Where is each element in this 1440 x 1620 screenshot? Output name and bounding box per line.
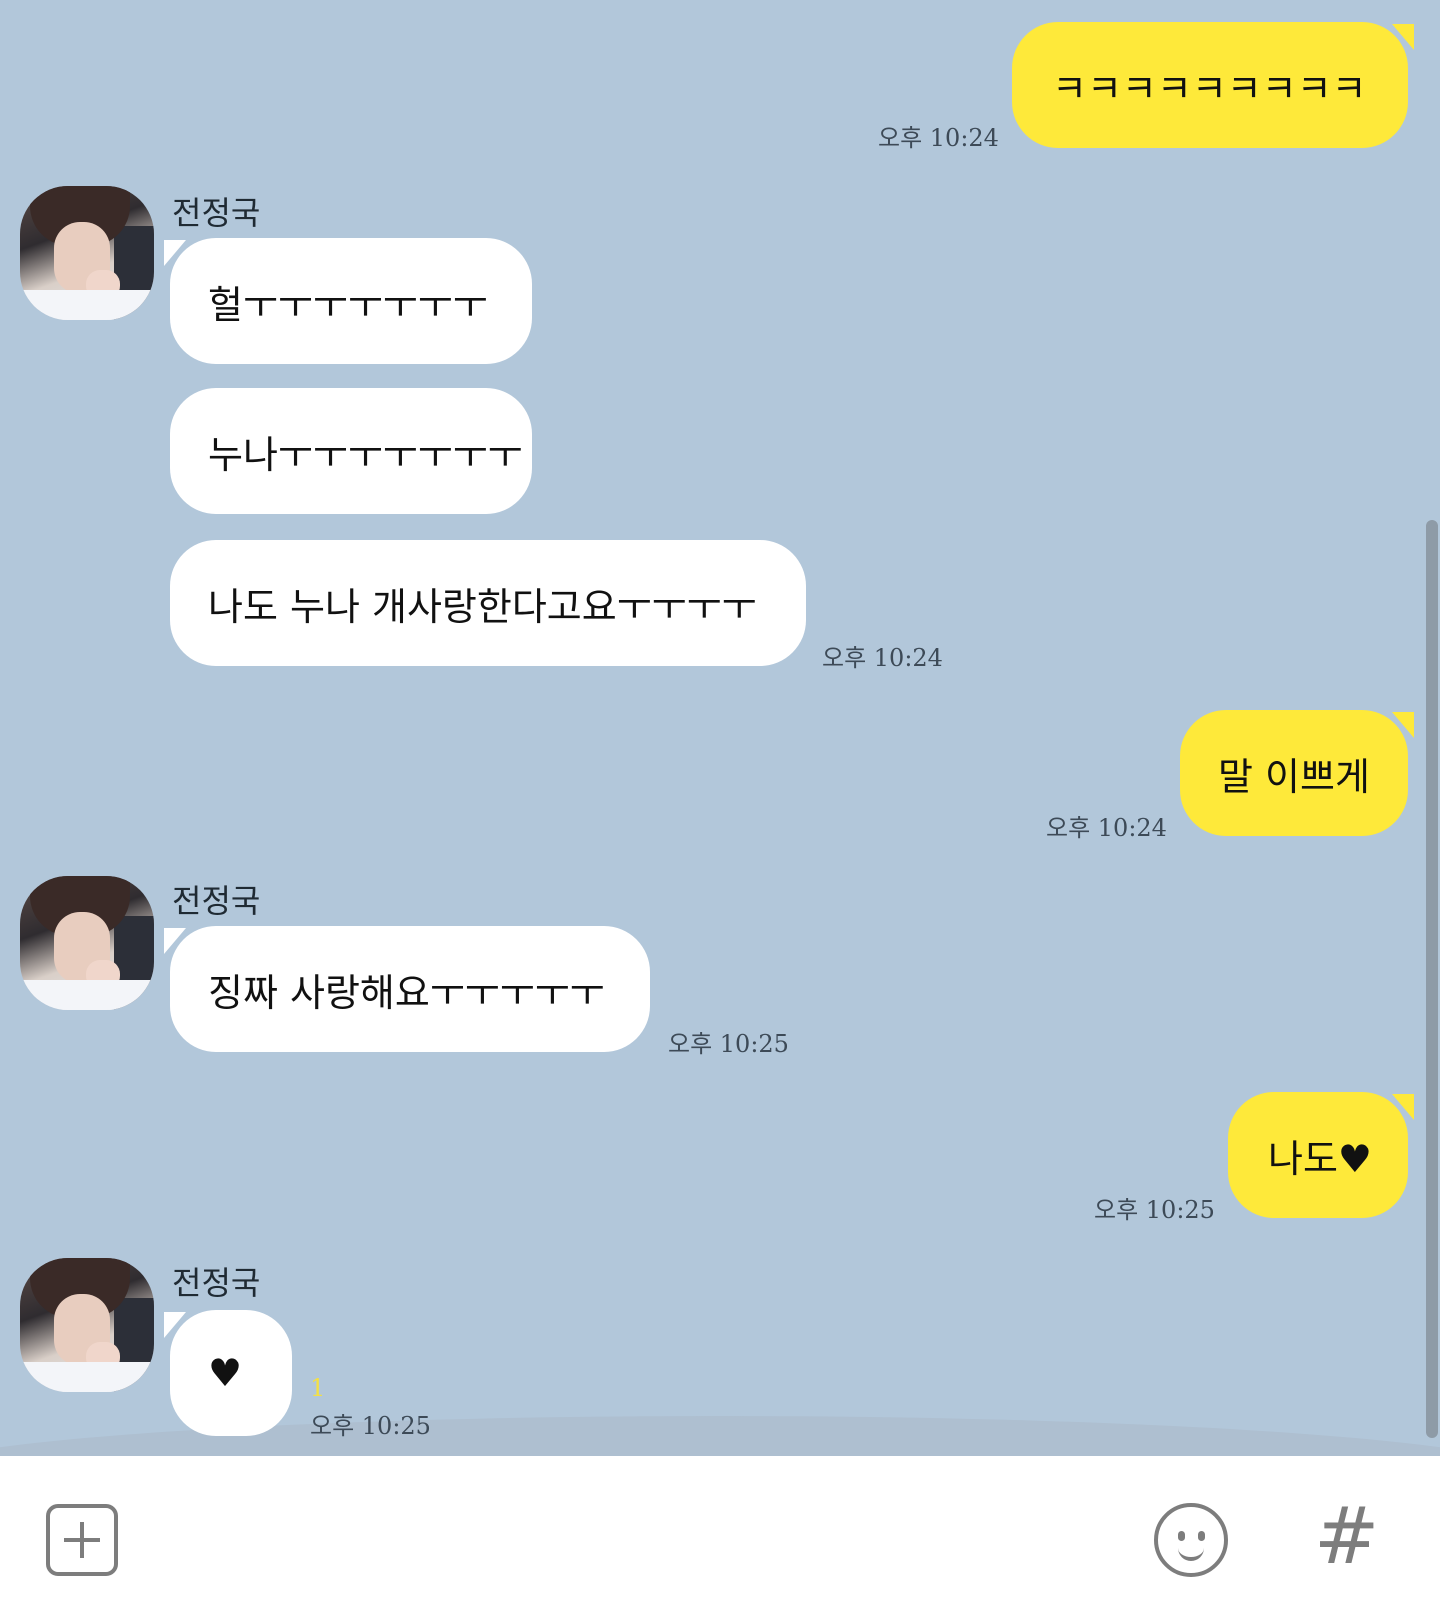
contact-message-bubble[interactable]: 징짜 사랑해요ㅜㅜㅜㅜㅜ bbox=[170, 926, 650, 1052]
contact-message-bubble[interactable]: 누나ㅜㅜㅜㅜㅜㅜㅜ bbox=[170, 388, 532, 514]
unread-count: 1 bbox=[310, 1374, 326, 1402]
plus-square-icon[interactable] bbox=[46, 1504, 118, 1576]
sender-name: 전정국 bbox=[172, 882, 261, 920]
bubble-tail bbox=[164, 240, 186, 266]
contact-message-bubble[interactable]: ♥ bbox=[170, 1310, 292, 1436]
my-message-bubble[interactable]: 말 이쁘게 bbox=[1180, 710, 1408, 836]
bubble-tail bbox=[164, 1312, 186, 1338]
message-text: ㅋㅋㅋㅋㅋㅋㅋㅋㅋ bbox=[1052, 66, 1367, 111]
my-message-bubble[interactable]: ㅋㅋㅋㅋㅋㅋㅋㅋㅋ bbox=[1012, 22, 1408, 148]
contact-message-bubble[interactable]: 헐ㅜㅜㅜㅜㅜㅜㅜ bbox=[170, 238, 532, 364]
message-text: 누나ㅜㅜㅜㅜㅜㅜㅜ bbox=[208, 432, 523, 477]
message-time: 오후 10:24 bbox=[1046, 814, 1167, 842]
contact-avatar[interactable] bbox=[20, 876, 154, 1010]
message-text: 나도 누나 개사랑한다고요ㅜㅜㅜㅜ bbox=[208, 584, 757, 629]
contact-avatar[interactable] bbox=[20, 1258, 154, 1392]
message-time: 오후 10:25 bbox=[1094, 1196, 1215, 1224]
message-time: 오후 10:25 bbox=[668, 1030, 789, 1058]
message-time: 오후 10:24 bbox=[878, 124, 999, 152]
bubble-tail bbox=[1392, 24, 1414, 50]
chat-area: ㅋㅋㅋㅋㅋㅋㅋㅋㅋ 오후 10:24 전정국 헐ㅜㅜㅜㅜㅜㅜㅜ 누나ㅜㅜㅜㅜㅜㅜ… bbox=[0, 0, 1440, 1456]
sender-name: 전정국 bbox=[172, 1264, 261, 1302]
bubble-tail bbox=[1392, 712, 1414, 738]
message-text: 나도♥ bbox=[1268, 1136, 1372, 1181]
smiley-icon[interactable] bbox=[1154, 1503, 1228, 1577]
bubble-tail bbox=[164, 928, 186, 954]
message-text: 말 이쁘게 bbox=[1218, 754, 1370, 799]
scrollbar[interactable] bbox=[1426, 520, 1438, 1438]
message-text: ♥ bbox=[208, 1351, 243, 1395]
my-message-bubble[interactable]: 나도♥ bbox=[1228, 1092, 1408, 1218]
contact-avatar[interactable] bbox=[20, 186, 154, 320]
contact-message-bubble[interactable]: 나도 누나 개사랑한다고요ㅜㅜㅜㅜ bbox=[170, 540, 806, 666]
hashtag-button[interactable]: # bbox=[1314, 1498, 1379, 1576]
message-time: 오후 10:24 bbox=[822, 644, 943, 672]
message-text: 징짜 사랑해요ㅜㅜㅜㅜㅜ bbox=[208, 970, 605, 1015]
bubble-tail bbox=[1392, 1094, 1414, 1120]
message-text: 헐ㅜㅜㅜㅜㅜㅜㅜ bbox=[208, 282, 488, 327]
message-time: 오후 10:25 bbox=[310, 1412, 431, 1440]
sender-name: 전정국 bbox=[172, 194, 261, 232]
